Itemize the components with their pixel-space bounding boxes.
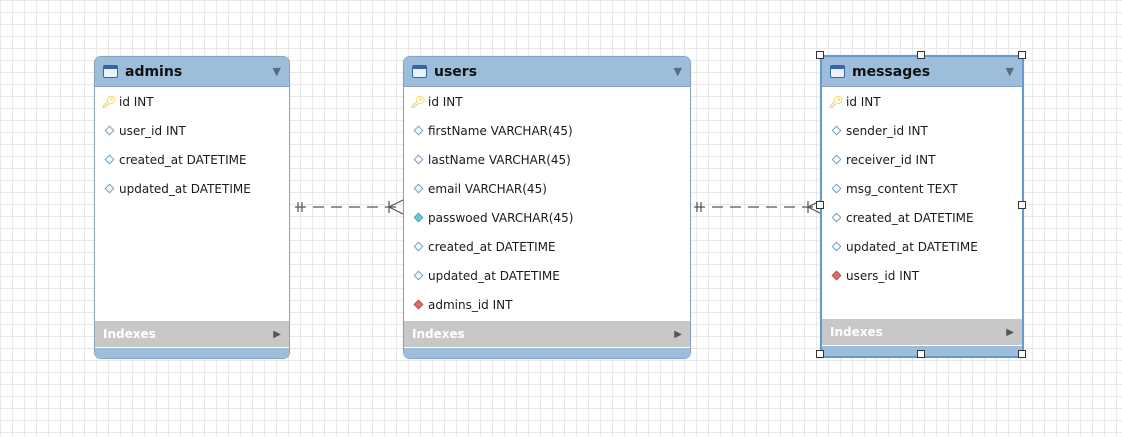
expand-arrow-icon[interactable]: ▶ [1006,327,1014,338]
column-row[interactable]: updated_at DATETIME [404,261,690,290]
column-diamond-icon [103,183,115,194]
table-icon [412,65,427,78]
column-row[interactable]: receiver_id INT [822,145,1022,174]
column-row[interactable]: passwoed VARCHAR(45) [404,203,690,232]
column-label: lastName VARCHAR(45) [428,152,571,167]
column-label: created_at DATETIME [428,239,556,254]
column-row[interactable]: firstName VARCHAR(45) [404,116,690,145]
table-admins[interactable]: admins ▼ 🔑︎ id INT user_id INT created_a… [94,56,290,359]
column-label: passwoed VARCHAR(45) [428,210,574,225]
indexes-section[interactable]: Indexes ▶ [822,319,1022,345]
primary-key-icon: 🔑︎ [828,94,844,109]
indexes-section[interactable]: Indexes ▶ [404,321,690,347]
column-row[interactable]: user_id INT [95,116,289,145]
column-label: created_at DATETIME [119,152,247,167]
column-row[interactable]: created_at DATETIME [404,232,690,261]
table-footer [95,348,289,358]
column-diamond-icon [412,270,424,281]
column-label: email VARCHAR(45) [428,181,547,196]
foreign-key-icon [412,299,424,310]
column-row[interactable]: sender_id INT [822,116,1022,145]
resize-handle-middle-right[interactable] [1018,201,1026,209]
table-header[interactable]: messages ▼ [822,57,1022,87]
resize-handle-bottom-center[interactable] [917,350,925,358]
column-label: updated_at DATETIME [428,268,560,283]
table-header[interactable]: admins ▼ [95,57,289,87]
collapse-arrow-icon[interactable]: ▼ [674,65,682,78]
collapse-arrow-icon[interactable]: ▼ [1006,65,1014,78]
indexes-label: Indexes [412,327,465,341]
indexes-section[interactable]: Indexes ▶ [95,321,289,347]
column-diamond-icon [103,125,115,136]
table-messages[interactable]: messages ▼ 🔑︎ id INT sender_id INT recei… [820,55,1024,358]
indexes-label: Indexes [103,327,156,341]
column-label: users_id INT [846,268,920,283]
column-row[interactable]: 🔑︎ id INT [95,87,289,116]
column-diamond-icon [412,154,424,165]
expand-arrow-icon[interactable]: ▶ [273,329,281,340]
column-list: 🔑︎ id INT user_id INT created_at DATETIM… [95,87,289,203]
column-label: firstName VARCHAR(45) [428,123,573,138]
column-list: 🔑︎ id INT sender_id INT receiver_id INT … [822,87,1022,290]
column-label: msg_content TEXT [846,181,958,196]
column-row[interactable]: lastName VARCHAR(45) [404,145,690,174]
indexes-label: Indexes [830,325,883,339]
column-label: id INT [846,94,881,109]
resize-handle-bottom-left[interactable] [816,350,824,358]
table-title: messages [852,63,931,80]
er-diagram-canvas[interactable]: admins ▼ 🔑︎ id INT user_id INT created_a… [0,0,1122,437]
table-header[interactable]: users ▼ [404,57,690,87]
column-row[interactable]: admins_id INT [404,290,690,319]
expand-arrow-icon[interactable]: ▶ [674,329,682,340]
column-row[interactable]: users_id INT [822,261,1022,290]
column-list: 🔑︎ id INT firstName VARCHAR(45) lastName… [404,87,690,319]
column-diamond-icon [103,154,115,165]
table-footer [404,348,690,358]
column-row[interactable]: 🔑︎ id INT [822,87,1022,116]
foreign-key-icon [830,270,842,281]
column-label: receiver_id INT [846,152,936,167]
table-icon [103,65,118,78]
column-label: updated_at DATETIME [846,239,978,254]
primary-key-icon: 🔑︎ [101,94,117,109]
column-label: user_id INT [119,123,186,138]
column-diamond-icon [830,154,842,165]
column-row[interactable]: created_at DATETIME [822,203,1022,232]
column-diamond-icon [412,183,424,194]
column-label: created_at DATETIME [846,210,974,225]
column-diamond-icon [830,241,842,252]
resize-handle-bottom-right[interactable] [1018,350,1026,358]
column-diamond-icon [830,212,842,223]
table-title: users [434,63,478,80]
resize-handle-top-right[interactable] [1018,51,1026,59]
primary-key-icon: 🔑︎ [410,94,426,109]
resize-handle-middle-left[interactable] [816,201,824,209]
column-diamond-icon [412,241,424,252]
column-label: id INT [428,94,463,109]
relationship-users-messages[interactable] [694,199,823,215]
column-row[interactable]: created_at DATETIME [95,145,289,174]
column-label: updated_at DATETIME [119,181,251,196]
table-title: admins [125,63,183,80]
column-label: admins_id INT [428,297,513,312]
column-row[interactable]: 🔑︎ id INT [404,87,690,116]
column-diamond-icon [830,125,842,136]
column-diamond-filled-icon [412,212,424,223]
column-row[interactable]: msg_content TEXT [822,174,1022,203]
column-diamond-icon [830,183,842,194]
column-diamond-icon [412,125,424,136]
collapse-arrow-icon[interactable]: ▼ [273,65,281,78]
resize-handle-top-center[interactable] [917,51,925,59]
column-label: sender_id INT [846,123,928,138]
relationship-admins-users[interactable] [295,199,404,215]
column-row[interactable]: updated_at DATETIME [822,232,1022,261]
column-label: id INT [119,94,154,109]
table-users[interactable]: users ▼ 🔑︎ id INT firstName VARCHAR(45) … [403,56,691,359]
resize-handle-top-left[interactable] [816,51,824,59]
column-row[interactable]: email VARCHAR(45) [404,174,690,203]
column-row[interactable]: updated_at DATETIME [95,174,289,203]
table-icon [830,65,845,78]
